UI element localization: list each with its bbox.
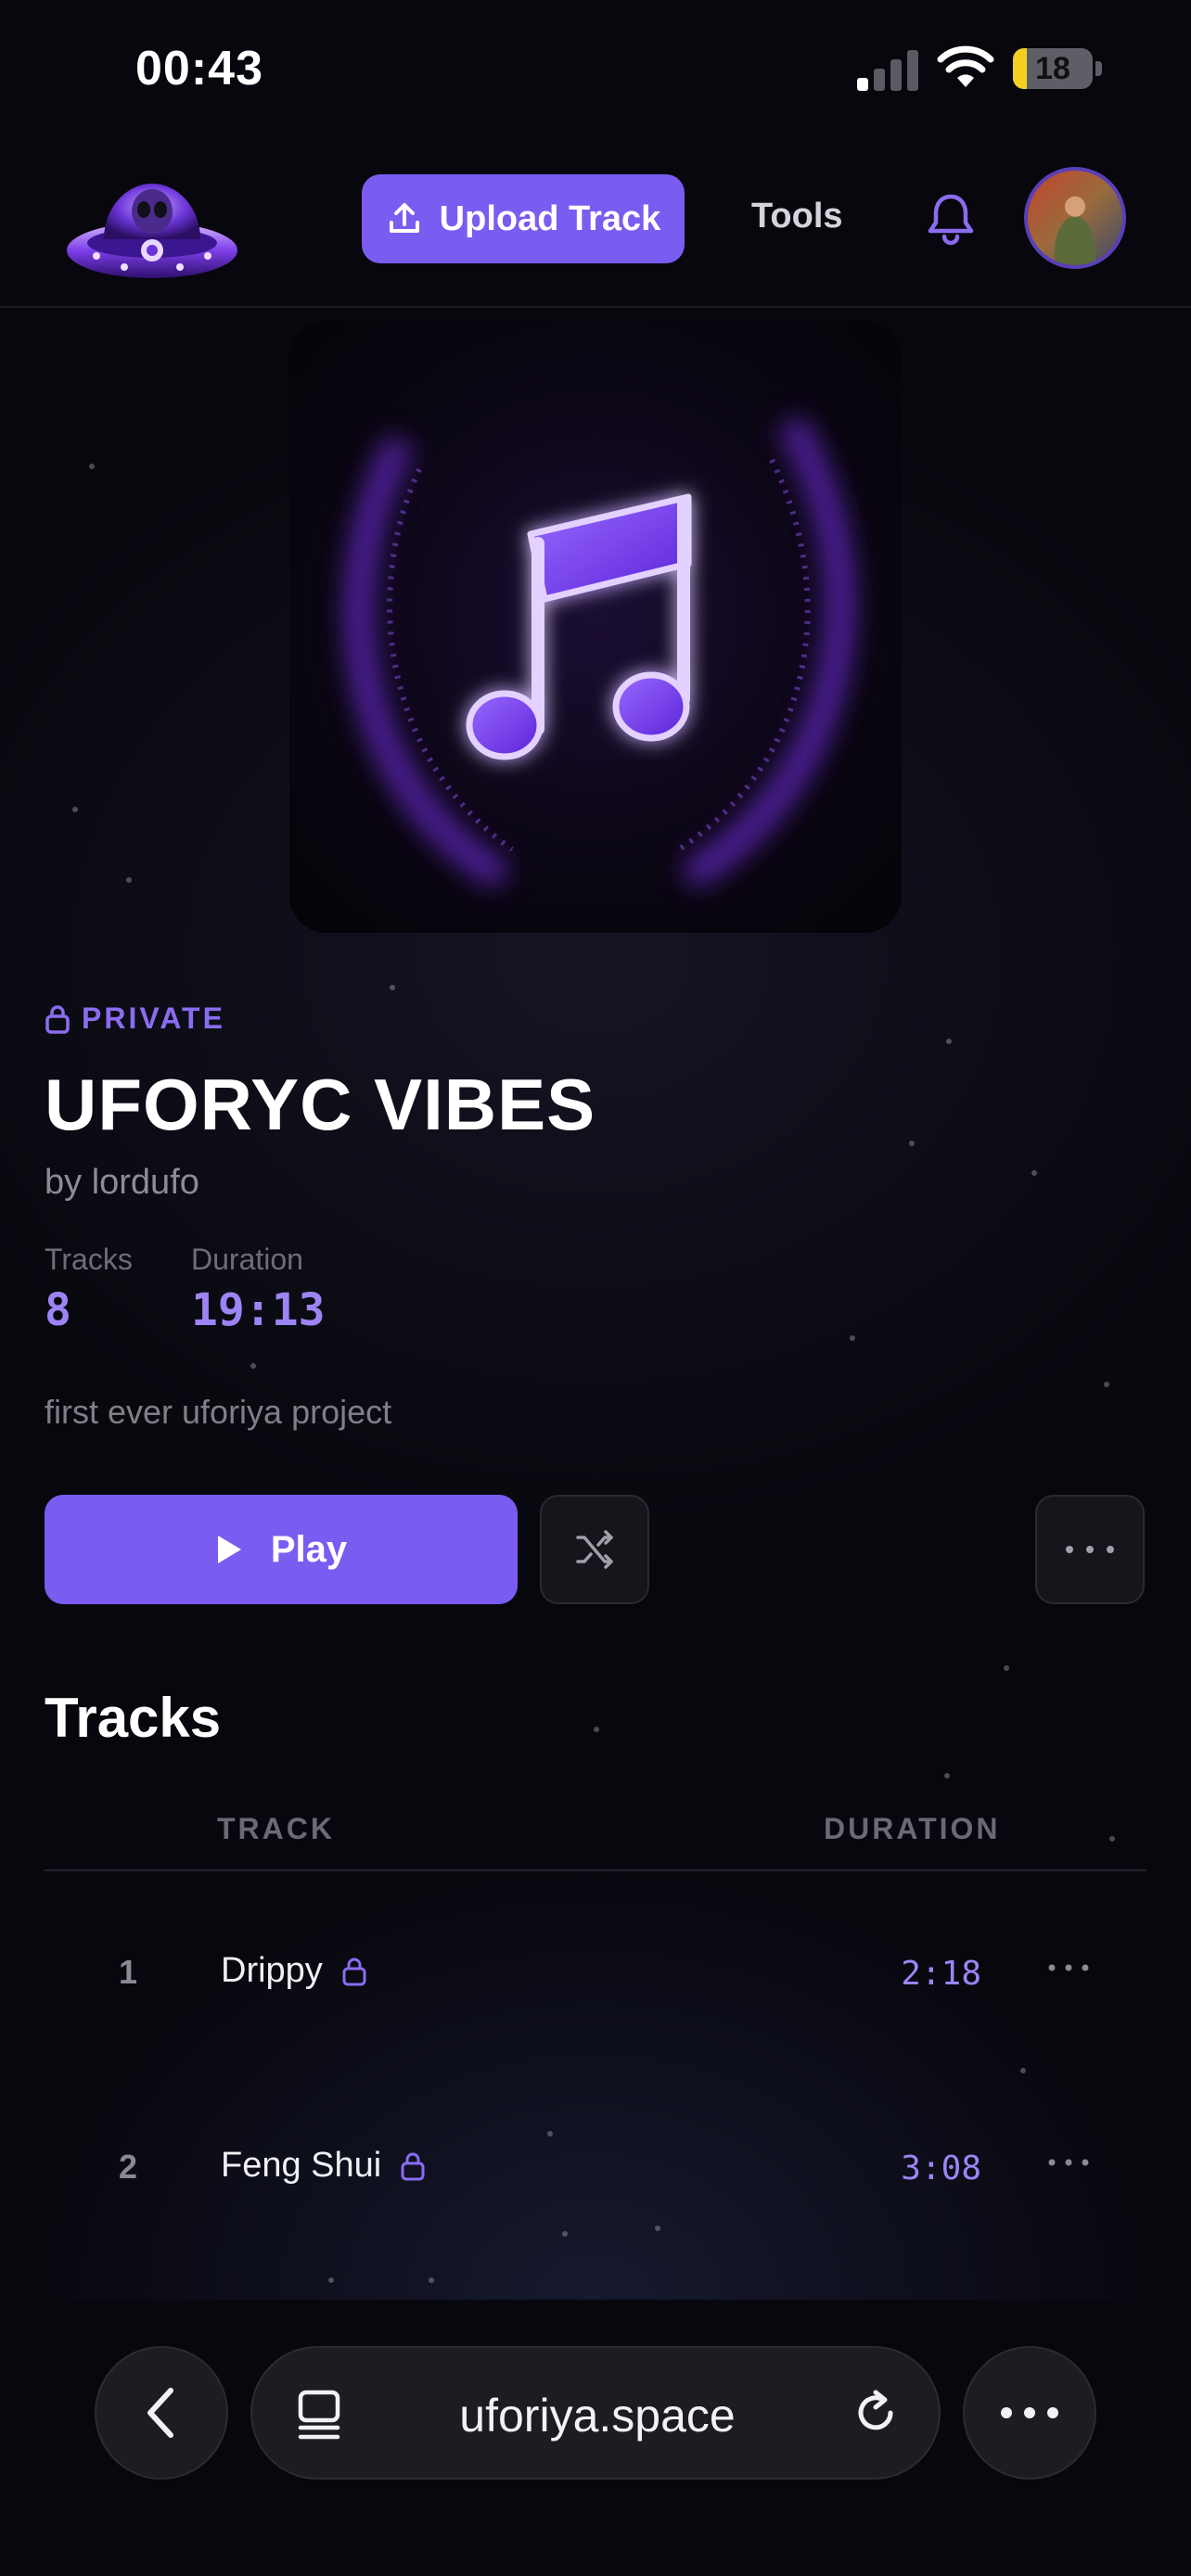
lock-icon — [401, 2152, 425, 2180]
duration-stat: Duration 19:13 — [191, 1243, 326, 1336]
album-title: UFORYC VIBES — [45, 1064, 596, 1145]
star-decoration — [328, 2277, 334, 2283]
more-options-button[interactable] — [1035, 1495, 1145, 1604]
track-duration: 3:08 — [901, 2149, 981, 2187]
star-decoration — [944, 1773, 950, 1779]
star-decoration — [946, 1039, 952, 1044]
column-track: TRACK — [217, 1812, 335, 1845]
visibility-label: PRIVATE — [82, 1001, 225, 1035]
more-horizontal-icon — [1001, 2407, 1058, 2418]
app-header: Upload Track Tools — [0, 139, 1191, 308]
shuffle-button[interactable] — [540, 1495, 649, 1604]
track-duration: 2:18 — [901, 1955, 981, 1993]
track-title: Drippy — [221, 1951, 323, 1990]
browser-menu-button[interactable] — [963, 2346, 1096, 2480]
music-note-icon — [344, 415, 855, 889]
star-decoration — [850, 1335, 855, 1341]
play-button[interactable]: Play — [45, 1495, 518, 1604]
play-label: Play — [270, 1528, 348, 1570]
user-avatar[interactable] — [1024, 167, 1126, 269]
star-decoration — [390, 985, 395, 990]
tracks-heading: Tracks — [45, 1687, 222, 1749]
battery-icon: 18 — [1013, 48, 1102, 89]
track-row[interactable]: 1 Drippy 2:18 — [45, 1901, 1146, 2049]
star-decoration — [594, 1727, 599, 1732]
browser-toolbar: uforiya.space — [0, 2303, 1191, 2576]
track-number: 2 — [118, 2148, 138, 2186]
visibility-badge: PRIVATE — [45, 1001, 225, 1036]
star-decoration — [1004, 1665, 1009, 1671]
more-horizontal-icon[interactable] — [1046, 1958, 1091, 1977]
shuffle-icon — [576, 1530, 613, 1569]
ufo-alien-logo-icon[interactable] — [59, 158, 245, 287]
more-horizontal-icon[interactable] — [1046, 2153, 1091, 2172]
wifi-icon — [937, 45, 994, 87]
tracks-stat-value: 8 — [45, 1284, 71, 1336]
url-text: uforiya.space — [459, 2390, 736, 2442]
upload-track-label: Upload Track — [439, 198, 661, 238]
star-decoration — [1031, 1170, 1037, 1176]
star-decoration — [126, 877, 132, 883]
status-time: 00:43 — [135, 42, 263, 96]
upload-track-button[interactable]: Upload Track — [362, 174, 685, 263]
upload-icon — [389, 203, 419, 233]
track-title-cell[interactable]: Feng Shui — [221, 2146, 426, 2186]
track-title-cell[interactable]: Drippy — [221, 1951, 367, 1991]
bell-icon[interactable] — [922, 189, 980, 247]
lock-icon — [342, 1958, 366, 1985]
album-description: first ever uforiya project — [45, 1393, 392, 1431]
column-duration: DURATION — [824, 1812, 1001, 1845]
star-decoration — [72, 807, 78, 812]
tracks-stat-label: Tracks — [45, 1243, 133, 1276]
star-decoration — [250, 1363, 256, 1369]
duration-stat-label: Duration — [191, 1243, 303, 1276]
star-decoration — [1104, 1382, 1109, 1387]
more-horizontal-icon — [1066, 1546, 1114, 1553]
tools-link[interactable]: Tools — [751, 197, 843, 236]
album-byline[interactable]: by lordufo — [45, 1163, 199, 1203]
tracks-stat: Tracks 8 — [45, 1243, 133, 1336]
cellular-signal-icon — [857, 48, 920, 91]
track-table-header: TRACK DURATION — [45, 1808, 1146, 1871]
star-decoration — [1020, 2068, 1026, 2073]
star-decoration — [429, 2277, 434, 2283]
battery-percent: 18 — [1035, 51, 1070, 86]
star-decoration — [909, 1141, 915, 1146]
play-icon — [217, 1536, 241, 1563]
lock-icon — [45, 1004, 70, 1034]
reload-icon[interactable] — [850, 2387, 902, 2439]
track-row[interactable]: 2 Feng Shui 3:08 — [45, 2096, 1146, 2244]
track-title: Feng Shui — [221, 2146, 382, 2185]
duration-stat-value: 19:13 — [191, 1284, 326, 1336]
back-button[interactable] — [95, 2346, 228, 2480]
status-bar: 00:43 18 — [0, 0, 1191, 139]
album-cover — [289, 321, 902, 933]
track-number: 1 — [118, 1953, 138, 1991]
chevron-left-icon — [147, 2388, 173, 2438]
star-decoration — [89, 464, 95, 469]
address-bar[interactable]: uforiya.space — [250, 2346, 941, 2480]
